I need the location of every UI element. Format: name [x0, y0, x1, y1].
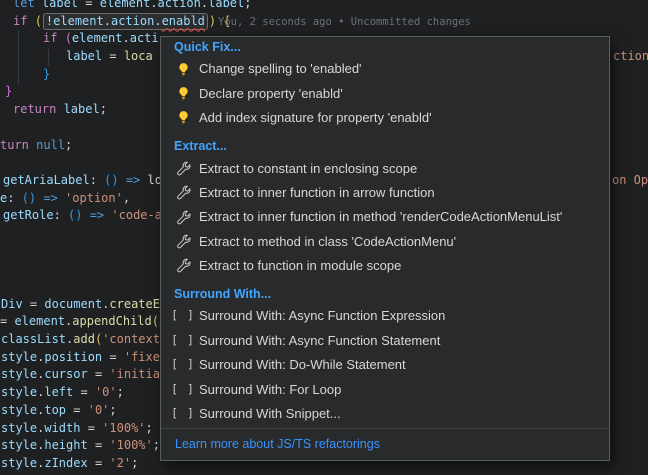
menu-item-label: Surround With: Async Function Statement	[199, 332, 440, 350]
menu-item[interactable]: [ ] Surround With: Async Function Express…	[161, 304, 609, 328]
menu-item-label: Extract to inner function in arrow funct…	[199, 184, 435, 202]
learn-more-link[interactable]: Learn more about JS/TS refactorings	[161, 429, 609, 460]
menu-item[interactable]: [ ] Surround With: For Loop	[161, 377, 609, 401]
code-line: getAriaLabel: () => lo	[3, 172, 162, 190]
surround-icon: [ ]	[175, 357, 191, 373]
code-fragment: ction	[613, 48, 648, 66]
code-line: getRole: () => 'code-a	[3, 207, 162, 225]
surround-icon: [ ]	[175, 406, 191, 422]
wrench-icon	[175, 234, 191, 250]
code-action-menu: Quick Fix... Change spelling to 'enabled'…	[160, 36, 610, 461]
code-line: style.zIndex = '2';	[1, 455, 138, 473]
code-line: let label = element.action.label;	[13, 0, 251, 13]
menu-item[interactable]: Extract to inner function in method 'ren…	[161, 205, 609, 229]
wrench-icon	[175, 209, 191, 225]
wrench-icon	[175, 185, 191, 201]
code-line: style.width = '100%';	[1, 420, 153, 438]
editor-surface[interactable]: let label = element.action.label;if (!el…	[0, 0, 648, 475]
menu-item-label: Surround With: Do-While Statement	[199, 356, 406, 374]
code-line: return label;	[13, 101, 107, 119]
wrench-icon	[175, 258, 191, 274]
lightbulb-icon	[175, 110, 191, 126]
menu-item[interactable]: Extract to constant in enclosing scope	[161, 156, 609, 180]
menu-item[interactable]: Extract to method in class 'CodeActionMe…	[161, 229, 609, 253]
menu-section-header: Surround With...	[161, 284, 609, 304]
menu-item[interactable]: [ ] Surround With: Do-While Statement	[161, 353, 609, 377]
code-line: style.cursor = 'initia	[1, 366, 160, 384]
code-line: if (element.acti	[43, 30, 159, 48]
menu-section-header: Extract...	[161, 136, 609, 156]
surround-icon: [ ]	[175, 381, 191, 397]
indent-guide	[18, 31, 19, 84]
menu-item-label: Change spelling to 'enabled'	[199, 60, 362, 78]
lightbulb-icon	[175, 86, 191, 102]
menu-item[interactable]: Declare property 'enabld'	[161, 81, 609, 105]
git-blame-annotation: You, 2 seconds ago • Uncommitted changes	[218, 14, 471, 32]
code-line: style.height = '100%';	[1, 437, 160, 455]
lightbulb-icon	[175, 61, 191, 77]
code-line: style.top = '0';	[1, 402, 117, 420]
word-highlight-box: !element.action.enabld	[43, 13, 208, 30]
code-line: if (!element.action.enabld) {You, 2 seco…	[13, 13, 231, 31]
menu-item-label: Surround With: For Loop	[199, 381, 341, 399]
menu-item[interactable]: [ ] Surround With: Async Function Stateme…	[161, 329, 609, 353]
code-line: }	[43, 66, 50, 84]
menu-item-label: Declare property 'enabld'	[199, 85, 343, 103]
code-line: = element.appendChild(	[0, 313, 159, 331]
wrench-icon	[175, 160, 191, 176]
menu-item[interactable]: [ ] Surround With Snippet...	[161, 402, 609, 426]
menu-item-label: Extract to method in class 'CodeActionMe…	[199, 233, 456, 251]
menu-section-header: Quick Fix...	[161, 37, 609, 57]
code-line: style.position = 'fixe	[1, 349, 160, 367]
code-line: }	[5, 83, 12, 101]
menu-item-label: Add index signature for property 'enabld…	[199, 109, 432, 127]
surround-icon: [ ]	[175, 308, 191, 324]
code-fragment: on Op	[612, 172, 648, 190]
code-line: label = loca	[66, 48, 153, 66]
menu-item-label: Surround With Snippet...	[199, 405, 341, 423]
menu-item[interactable]: Change spelling to 'enabled'	[161, 57, 609, 81]
menu-item-label: Extract to inner function in method 'ren…	[199, 208, 562, 226]
surround-icon: [ ]	[175, 333, 191, 349]
code-line: style.left = '0';	[1, 384, 124, 402]
menu-item[interactable]: Extract to inner function in arrow funct…	[161, 181, 609, 205]
menu-item[interactable]: Extract to function in module scope	[161, 254, 609, 278]
indent-guide	[48, 49, 49, 66]
menu-item[interactable]: Add index signature for property 'enabld…	[161, 106, 609, 130]
code-line: Div = document.createE	[1, 296, 160, 314]
code-line: classList.add('context	[1, 331, 160, 349]
code-line: e: () => 'option',	[0, 190, 130, 208]
menu-item-label: Surround With: Async Function Expression	[199, 307, 445, 325]
menu-item-label: Extract to constant in enclosing scope	[199, 160, 417, 178]
code-line: turn null;	[0, 137, 72, 155]
menu-item-label: Extract to function in module scope	[199, 257, 401, 275]
